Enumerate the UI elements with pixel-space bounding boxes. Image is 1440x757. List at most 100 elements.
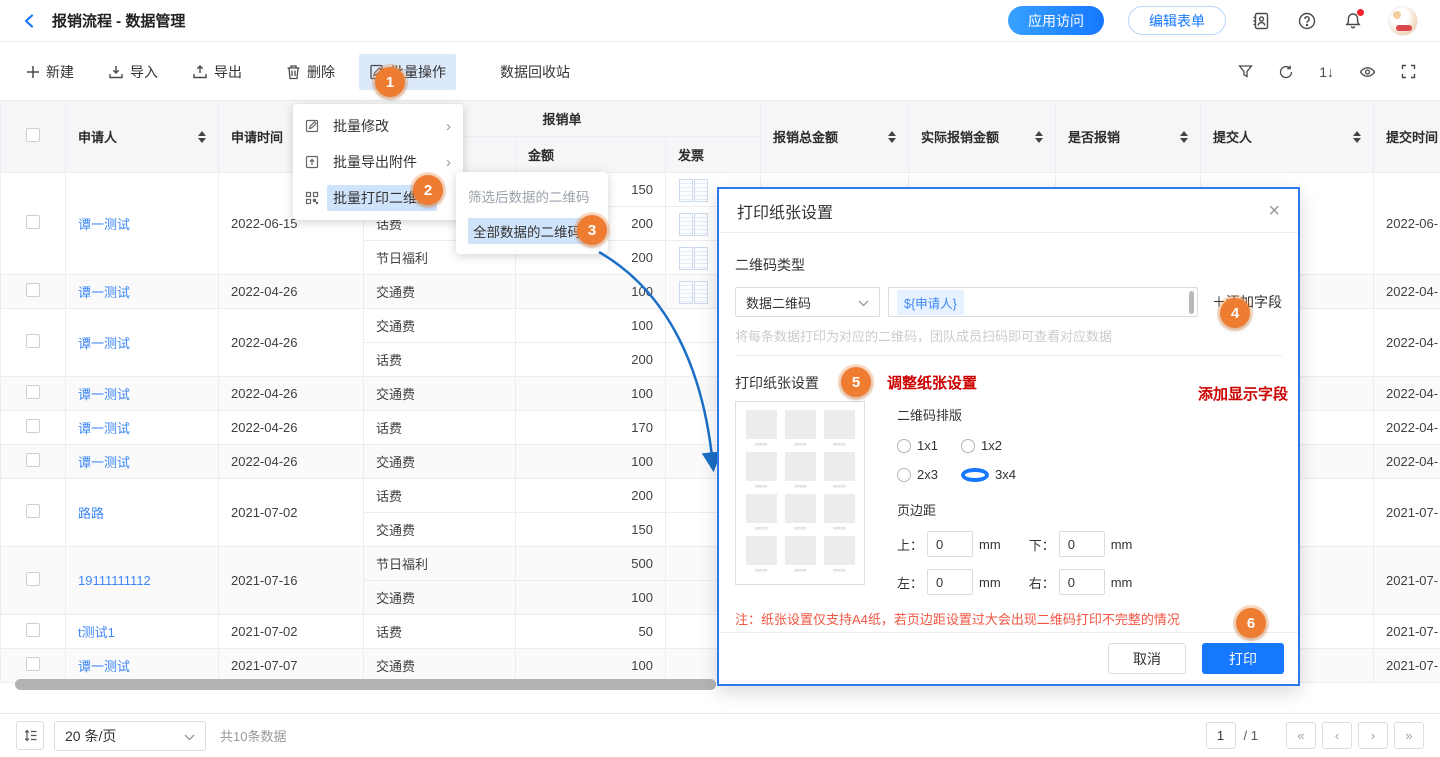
margin-input[interactable]: [927, 531, 973, 557]
sort-control[interactable]: [1180, 131, 1188, 143]
row-select-cell: [1, 275, 66, 309]
qr-preview-cell: xxxxx: [745, 452, 777, 492]
margin-input[interactable]: [1059, 531, 1105, 557]
qr-preview-cell: xxxxx: [823, 410, 855, 450]
invoice-thumbnail[interactable]: [678, 178, 708, 202]
apply-time-cell: 2021-07-02: [219, 479, 364, 547]
radio-icon: [961, 468, 989, 482]
export-button[interactable]: 导出: [182, 54, 252, 90]
batch-operations-button[interactable]: 批量操作: [359, 54, 456, 90]
applicant-link[interactable]: 19111111112: [78, 573, 151, 588]
applicant-link[interactable]: t测试1: [78, 625, 115, 640]
close-icon[interactable]: ×: [1268, 201, 1280, 221]
field-tag[interactable]: ${申请人}: [897, 290, 964, 315]
fullscreen-icon[interactable]: [1401, 64, 1416, 79]
submit-time-cell: 2022-04-: [1374, 377, 1440, 411]
row-checkbox[interactable]: [26, 657, 40, 671]
menu-item-batch-export-attachments[interactable]: 批量导出附件›: [293, 144, 463, 180]
total-count-text: 共10条数据: [220, 726, 286, 745]
cancel-button[interactable]: 取消: [1108, 643, 1186, 674]
applicant-link[interactable]: 路路: [78, 506, 104, 521]
applicant-link[interactable]: 谭一测试: [78, 336, 130, 351]
row-checkbox[interactable]: [26, 215, 40, 229]
row-select-cell: [1, 411, 66, 445]
notification-bell-icon[interactable]: [1342, 10, 1364, 32]
app-access-button[interactable]: 应用访问: [1008, 6, 1104, 35]
applicant-cell: 谭一测试: [66, 445, 219, 479]
layout-radio-3x4[interactable]: 3x4: [961, 467, 1160, 482]
input-scrollbar-thumb[interactable]: [1189, 291, 1194, 314]
step-badge-3: 3: [577, 215, 607, 245]
row-checkbox[interactable]: [26, 334, 40, 348]
help-icon[interactable]: [1296, 10, 1318, 32]
applicant-link[interactable]: 谭一测试: [78, 285, 130, 300]
submenu-filtered-data-qrcode[interactable]: 筛选后数据的二维码: [456, 178, 608, 213]
applicant-cell: 谭一测试: [66, 377, 219, 411]
filter-icon[interactable]: [1238, 64, 1253, 79]
layout-radio-1x2[interactable]: 1x2: [961, 438, 1160, 453]
submit-time-cell: 2022-04-: [1374, 445, 1440, 479]
print-button[interactable]: 打印: [1202, 643, 1284, 674]
applicant-link[interactable]: 谭一测试: [78, 387, 130, 402]
amount-cell: 170: [516, 411, 666, 445]
contacts-icon[interactable]: [1250, 10, 1272, 32]
page-number-input[interactable]: [1206, 722, 1236, 749]
sort-icon[interactable]: 1↓: [1319, 64, 1334, 80]
invoice-thumbnail[interactable]: [678, 280, 708, 304]
delete-button[interactable]: 删除: [276, 54, 345, 90]
invoice-thumbnail[interactable]: [678, 246, 708, 270]
action-toolbar: 新建 导入 导出 删除 批量操作 数据回收站 1↓: [0, 43, 1440, 100]
qr-preview-cell: xxxxx: [745, 536, 777, 576]
applicant-link[interactable]: 谭一测试: [78, 659, 130, 674]
applicant-link[interactable]: 谭一测试: [78, 455, 130, 470]
applicant-link[interactable]: 谭一测试: [78, 421, 130, 436]
sort-control[interactable]: [1353, 131, 1361, 143]
prev-page-button[interactable]: ‹: [1322, 722, 1352, 749]
margin-input[interactable]: [927, 569, 973, 595]
visibility-eye-icon[interactable]: [1359, 65, 1376, 79]
col-apply-time: 申请时间: [231, 130, 283, 145]
last-page-button[interactable]: »: [1394, 722, 1424, 749]
qr-preview-cell: xxxxx: [823, 494, 855, 534]
row-checkbox[interactable]: [26, 623, 40, 637]
row-checkbox[interactable]: [26, 385, 40, 399]
row-checkbox[interactable]: [26, 504, 40, 518]
sort-control[interactable]: [198, 131, 206, 143]
submit-time-cell: 2021-07-: [1374, 479, 1440, 547]
page-total-text: / 1: [1244, 728, 1258, 743]
row-checkbox[interactable]: [26, 283, 40, 297]
back-button[interactable]: [22, 13, 38, 29]
layout-radio-1x1[interactable]: 1x1: [897, 438, 961, 453]
new-button[interactable]: 新建: [16, 54, 84, 90]
trash-icon: [286, 64, 301, 80]
applicant-cell: 谭一测试: [66, 173, 219, 275]
applicant-link[interactable]: 谭一测试: [78, 217, 130, 232]
sort-control[interactable]: [888, 131, 896, 143]
import-button[interactable]: 导入: [98, 54, 168, 90]
row-checkbox[interactable]: [26, 453, 40, 467]
sort-control[interactable]: [1035, 131, 1043, 143]
row-height-button[interactable]: [16, 721, 44, 750]
layout-radio-2x3[interactable]: 2x3: [897, 467, 961, 482]
horizontal-scrollbar-thumb[interactable]: [15, 679, 716, 690]
qr-field-input[interactable]: ${申请人}: [888, 287, 1198, 317]
page-size-select[interactable]: 20 条/页: [54, 721, 206, 751]
row-checkbox[interactable]: [26, 419, 40, 433]
select-all-checkbox[interactable]: [26, 128, 40, 142]
qr-preview-cell: xxxxx: [784, 410, 816, 450]
category-cell: 节日福利: [364, 547, 516, 581]
edit-form-button[interactable]: 编辑表单: [1128, 6, 1226, 35]
next-page-button[interactable]: ›: [1358, 722, 1388, 749]
margin-input[interactable]: [1059, 569, 1105, 595]
amount-cell: 100: [516, 445, 666, 479]
row-checkbox[interactable]: [26, 572, 40, 586]
refresh-icon[interactable]: [1278, 64, 1294, 80]
recycle-bin-button[interactable]: 数据回收站: [490, 54, 580, 90]
qr-type-select[interactable]: 数据二维码: [735, 287, 880, 317]
first-page-button[interactable]: «: [1286, 722, 1316, 749]
invoice-thumbnail[interactable]: [678, 212, 708, 236]
step-badge-6: 6: [1236, 608, 1266, 638]
submit-time-cell: 2022-04-: [1374, 275, 1440, 309]
user-avatar[interactable]: [1388, 6, 1418, 36]
menu-item-batch-modify[interactable]: 批量修改›: [293, 108, 463, 144]
